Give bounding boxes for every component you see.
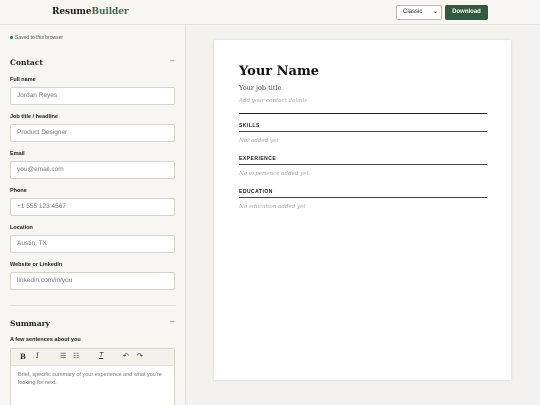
- website-input[interactable]: linkedin.com/in/you: [10, 272, 175, 290]
- app-logo[interactable]: ResumeBuilder: [52, 7, 129, 17]
- summary-editor: B I ☰ ☷ T ↶ ↷ Brief, specific summary of…: [10, 348, 175, 405]
- clear-format-icon[interactable]: T: [99, 352, 103, 359]
- saved-status-text: Saved to this browser: [15, 35, 64, 41]
- numbered-list-icon[interactable]: ☷: [73, 352, 79, 360]
- logo-text-primary: Resume: [52, 7, 92, 17]
- template-select-value: Classic: [403, 9, 423, 15]
- preview-skills-empty: Not added yet: [239, 138, 279, 144]
- editor-panel: Saved to this browser Contact – Full nam…: [0, 25, 186, 405]
- preview-experience-empty: No experience added yet: [239, 171, 309, 177]
- job-title-label: Job title / headline: [10, 114, 58, 120]
- undo-icon[interactable]: ↶: [123, 352, 129, 360]
- preview-education-empty: No education added yet: [239, 204, 306, 210]
- top-bar: ResumeBuilder Classic ⌄ Download: [0, 0, 540, 25]
- editor-toolbar: B I ☰ ☷ T ↶ ↷: [11, 349, 174, 366]
- logo-text-accent: Builder: [91, 7, 129, 17]
- saved-status: Saved to this browser: [10, 35, 63, 41]
- preview-name: Your Name: [239, 64, 319, 79]
- summary-section-title: Summary: [10, 319, 50, 328]
- status-dot-icon: [10, 36, 13, 40]
- full-name-label: Full name: [10, 77, 36, 83]
- bold-icon[interactable]: B: [20, 352, 26, 361]
- section-divider: [10, 305, 176, 306]
- contact-collapse-button[interactable]: –: [170, 56, 174, 65]
- summary-textarea[interactable]: Brief, specific summary of your experien…: [11, 366, 174, 392]
- template-select[interactable]: Classic ⌄: [396, 5, 442, 20]
- header-divider: [239, 113, 487, 114]
- email-input[interactable]: you@email.com: [10, 161, 175, 179]
- preview-education-heading: EDUCATION: [239, 189, 273, 195]
- job-title-input[interactable]: Product Designer: [10, 124, 175, 142]
- contact-section-title: Contact: [10, 58, 43, 67]
- phone-label: Phone: [10, 188, 27, 194]
- preview-experience-heading: EXPERIENCE: [239, 156, 277, 162]
- resume-preview: Your Name Your job title Add your contac…: [214, 40, 511, 380]
- download-button[interactable]: Download: [445, 5, 488, 20]
- full-name-input[interactable]: Jordan Reyes: [10, 87, 175, 105]
- preview-skills-heading: SKILLS: [239, 123, 260, 129]
- redo-icon[interactable]: ↷: [137, 352, 143, 360]
- chevron-down-icon: ⌄: [432, 9, 438, 15]
- preview-job-title: Your job title: [239, 84, 282, 92]
- location-label: Location: [10, 225, 33, 231]
- location-input[interactable]: Austin, TX: [10, 235, 175, 253]
- email-label: Email: [10, 151, 25, 157]
- italic-icon[interactable]: I: [36, 352, 39, 360]
- website-label: Website or LinkedIn: [10, 262, 63, 268]
- summary-collapse-button[interactable]: –: [170, 317, 174, 326]
- bullet-list-icon[interactable]: ☰: [60, 352, 66, 360]
- summary-label: A few sentences about you: [10, 337, 81, 343]
- phone-input[interactable]: +1 555 123 4567: [10, 198, 175, 216]
- experience-divider: [239, 164, 487, 165]
- skills-divider: [239, 131, 487, 132]
- education-divider: [239, 197, 487, 198]
- preview-contact-hint: Add your contact details: [239, 98, 308, 104]
